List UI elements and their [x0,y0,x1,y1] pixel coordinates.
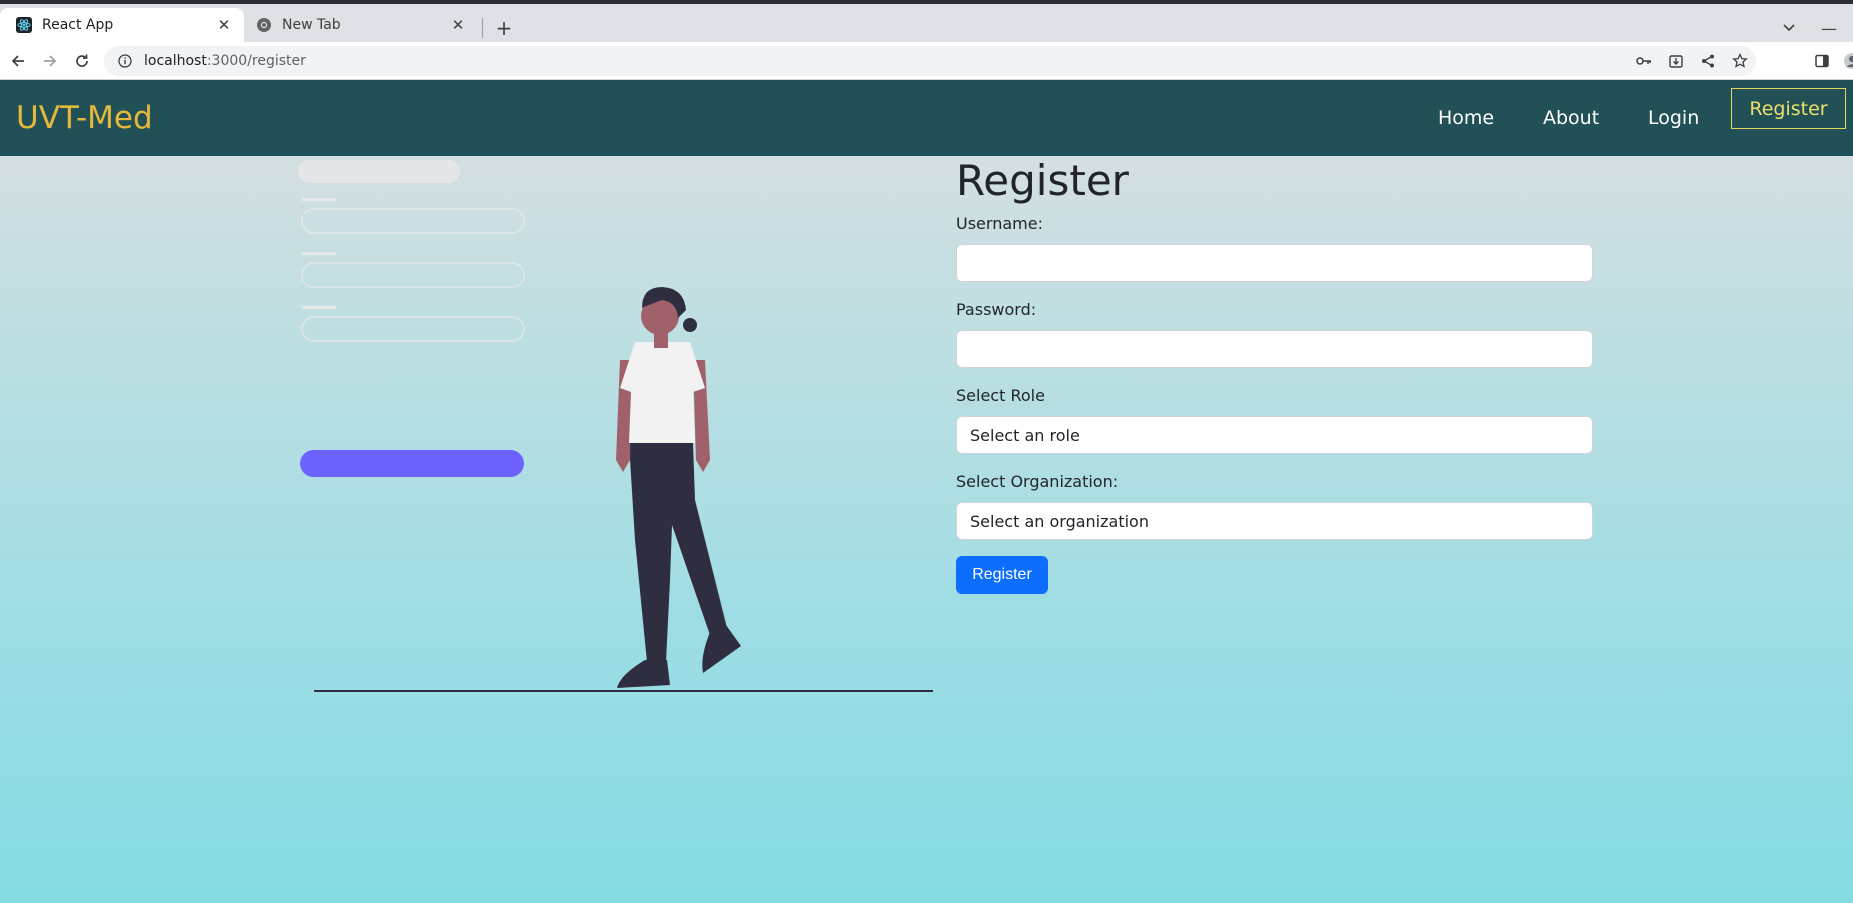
mock-input-outline [301,262,525,288]
install-app-icon[interactable] [1660,46,1692,76]
mock-input-outline [301,208,525,234]
nav-register-button[interactable]: Register [1731,88,1846,129]
mock-label-bar [302,198,336,201]
person-shirt [620,342,705,443]
tab-new-tab[interactable]: New Tab ✕ [248,8,478,42]
site-info-icon[interactable] [110,46,140,76]
tab-react-app[interactable]: React App ✕ [0,8,244,42]
tab-separator [482,18,483,38]
mock-submit-pill [300,450,524,477]
url-text: localhost:3000/register [144,53,306,69]
role-select[interactable]: Select an role [956,416,1593,454]
tab-title: React App [42,17,114,33]
close-tab-icon[interactable]: ✕ [448,15,468,35]
mock-input-outline [301,316,525,342]
reload-icon[interactable] [70,49,94,73]
chrome-icon [256,17,272,33]
organization-label: Select Organization: [956,472,1119,491]
close-tab-icon[interactable]: ✕ [214,15,234,35]
mock-label-bar [302,252,336,255]
tab-search-chevron-icon[interactable] [1778,17,1800,39]
form-title: Register [956,156,1129,205]
organization-select[interactable]: Select an organization [956,502,1593,540]
person-walking-illustration [298,160,933,692]
share-icon[interactable] [1692,46,1724,76]
page-content: UVT-Med Home About Login Register Regist… [0,80,1853,903]
person-hair-bun [683,318,697,332]
back-arrow-icon[interactable] [6,49,30,73]
password-input[interactable] [956,330,1593,368]
new-tab-plus-icon[interactable]: + [492,16,516,40]
site-navbar: UVT-Med Home About Login Register [0,80,1853,156]
side-panel-icon[interactable] [1810,49,1834,73]
nav-link-home[interactable]: Home [1438,98,1494,138]
person-shoe-left [617,660,670,688]
username-input[interactable] [956,244,1593,282]
person-pants [629,443,727,662]
password-label: Password: [956,300,1037,319]
react-icon [16,17,32,33]
browser-toolbar: localhost:3000/register [0,42,1853,80]
tab-title: New Tab [282,17,341,33]
nav-link-about[interactable]: About [1543,98,1599,138]
mock-label-bar [302,306,336,309]
username-label: Username: [956,214,1043,233]
profile-avatar-icon[interactable] [1840,49,1853,73]
brand-logo[interactable]: UVT-Med [16,100,153,136]
register-submit-button[interactable]: Register [956,556,1048,594]
person-shoe-right [702,625,741,673]
url-host: localhost [144,53,207,69]
bookmark-star-icon[interactable] [1724,46,1756,76]
minimize-icon[interactable]: — [1818,17,1840,39]
forward-arrow-icon[interactable] [38,49,62,73]
nav-link-login[interactable]: Login [1648,98,1699,138]
mock-form-pill [298,160,460,183]
omnibox-actions [1628,46,1756,76]
role-label: Select Role [956,386,1045,405]
tab-bar: React App ✕ New Tab ✕ + — [0,4,1853,42]
url-path: :3000/register [206,53,306,69]
address-bar[interactable]: localhost:3000/register [104,46,1756,76]
key-icon[interactable] [1628,46,1660,76]
